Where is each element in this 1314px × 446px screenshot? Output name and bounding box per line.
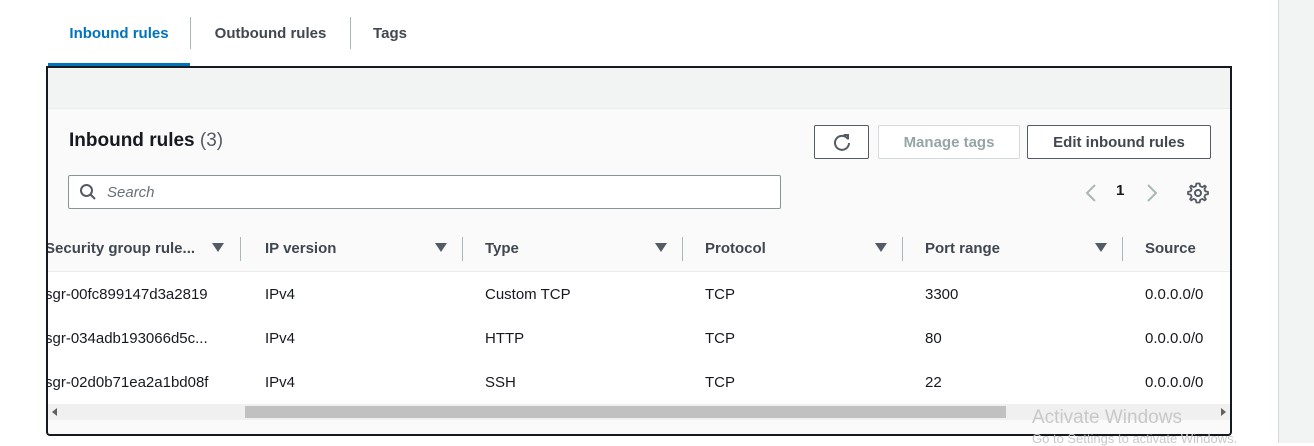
panel-title: Inbound rules (3) (69, 130, 223, 152)
panel-top-strip (48, 68, 1230, 109)
source-cell: 0.0.0.0/0 (1145, 329, 1204, 347)
column-header-label: Port range (925, 240, 1001, 257)
ip-version-cell: IPv4 (265, 285, 296, 303)
column-header-type[interactable]: Type (485, 226, 705, 271)
ip-version-cell: IPv4 (265, 329, 296, 347)
sort-caret-icon[interactable] (875, 243, 887, 252)
table-row[interactable]: sgr-034adb193066d5c... IPv4 HTTP TCP 80 … (48, 316, 1230, 361)
column-header-label: Protocol (705, 240, 766, 257)
refresh-icon (833, 134, 850, 151)
port-range-cell: 3300 (925, 285, 959, 303)
inbound-rules-panel: Inbound rules (3) Manage tags Edit inbou… (46, 66, 1232, 436)
protocol-cell: TCP (705, 373, 735, 391)
table-header: Security group rule... IP version Type P… (48, 226, 1230, 272)
source-cell: 0.0.0.0/0 (1145, 373, 1204, 391)
column-divider[interactable] (682, 237, 683, 261)
windows-activation-subtext: Go to Settings to activate Windows. (1032, 431, 1238, 446)
type-cell: Custom TCP (485, 285, 571, 303)
ip-version-cell: IPv4 (265, 373, 296, 391)
column-divider[interactable] (902, 237, 903, 261)
rule-id-cell: sgr-00fc899147d3a2819 (48, 285, 208, 303)
protocol-cell: TCP (705, 285, 735, 303)
chevron-right-icon[interactable] (1145, 181, 1159, 205)
right-gutter (1278, 0, 1314, 443)
column-header-port-range[interactable]: Port range (925, 226, 1145, 271)
search-field[interactable] (68, 175, 781, 209)
column-divider[interactable] (1122, 237, 1123, 261)
sort-caret-icon[interactable] (1095, 243, 1107, 252)
column-header-label: Source (1145, 240, 1196, 257)
chevron-left-icon[interactable] (1084, 181, 1098, 205)
rule-id-cell: sgr-034adb193066d5c... (48, 329, 208, 347)
port-range-cell: 22 (925, 373, 942, 391)
tab-tags[interactable]: Tags (351, 0, 429, 66)
column-header-ip-version[interactable]: IP version (265, 226, 485, 271)
windows-activation-watermark: Activate Windows (1032, 407, 1182, 428)
manage-tags-button[interactable]: Manage tags (878, 125, 1020, 159)
page-number[interactable]: 1 (1116, 182, 1124, 199)
refresh-button[interactable] (814, 125, 869, 159)
search-icon (80, 184, 96, 200)
rule-id-cell: sgr-02d0b71ea2a1bd08f (48, 373, 209, 391)
sort-caret-icon[interactable] (435, 243, 447, 252)
column-header-security-group-rule[interactable]: Security group rule... (48, 226, 265, 271)
type-cell: HTTP (485, 329, 525, 347)
column-header-protocol[interactable]: Protocol (705, 226, 925, 271)
port-range-cell: 80 (925, 329, 942, 347)
sort-caret-icon[interactable] (655, 243, 667, 252)
sort-caret-icon[interactable] (212, 243, 224, 252)
column-header-label: Type (485, 240, 519, 257)
table-row[interactable]: sgr-02d0b71ea2a1bd08f IPv4 SSH TCP 22 0.… (48, 360, 1230, 404)
scroll-right-arrow-icon[interactable] (1221, 408, 1226, 416)
column-header-source[interactable]: Source (1145, 226, 1230, 271)
tab-inbound-rules[interactable]: Inbound rules (48, 0, 190, 66)
column-divider[interactable] (240, 237, 241, 261)
type-cell: SSH (485, 373, 516, 391)
tab-bar: Inbound rules Outbound rules Tags (48, 0, 429, 66)
search-input[interactable] (105, 182, 769, 202)
column-header-label: IP version (265, 240, 337, 257)
scrollbar-thumb[interactable] (245, 406, 1006, 418)
scroll-left-arrow-icon[interactable] (52, 408, 57, 416)
table-row[interactable]: sgr-00fc899147d3a2819 IPv4 Custom TCP TC… (48, 272, 1230, 317)
rule-count: (3) (199, 130, 224, 151)
column-divider[interactable] (462, 237, 463, 261)
edit-inbound-rules-button[interactable]: Edit inbound rules (1027, 125, 1211, 159)
column-header-label: Security group rule... (48, 240, 196, 257)
panel-title-text: Inbound rules (69, 130, 195, 151)
protocol-cell: TCP (705, 329, 735, 347)
tab-outbound-rules[interactable]: Outbound rules (191, 0, 350, 66)
source-cell: 0.0.0.0/0 (1145, 285, 1204, 303)
rules-table: Security group rule... IP version Type P… (48, 226, 1230, 404)
gear-icon[interactable] (1186, 181, 1210, 205)
